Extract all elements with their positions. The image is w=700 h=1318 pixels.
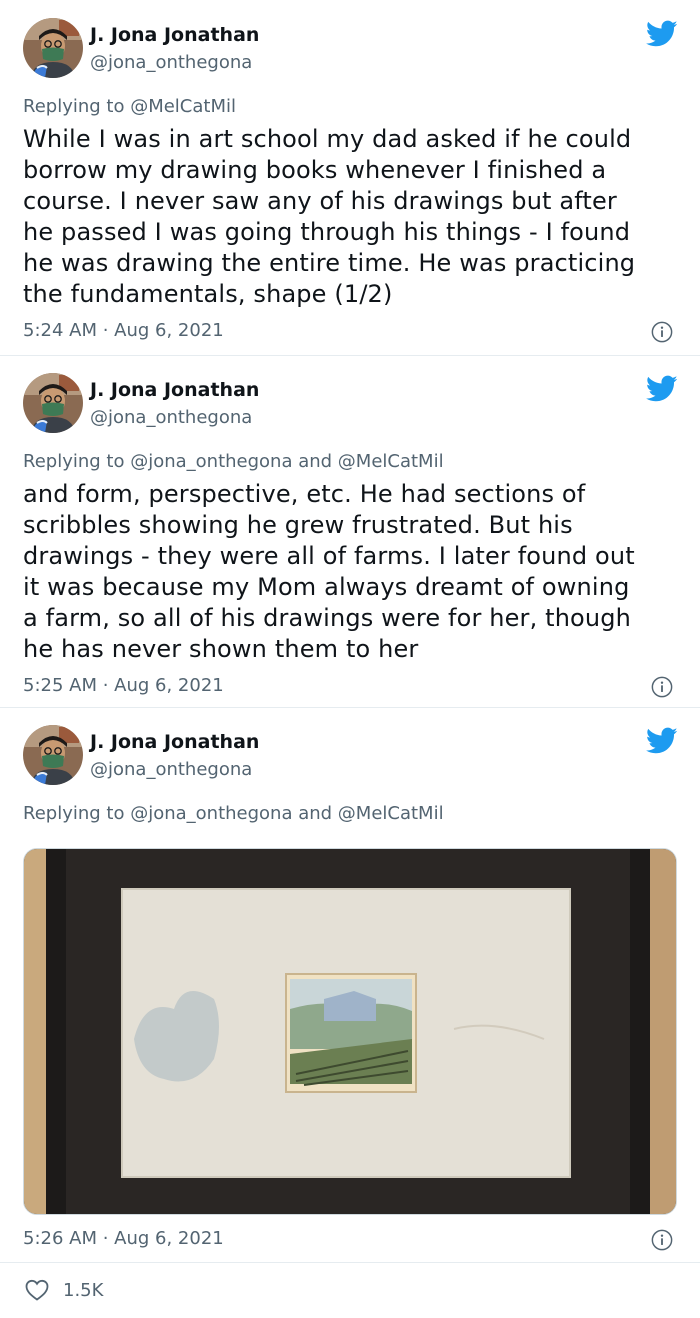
timestamp[interactable]: 5:24 AM · Aug 6, 2021	[23, 320, 224, 341]
author-handle[interactable]: @jona_onthegona	[90, 407, 252, 428]
tweet-text: While I was in art school my dad asked i…	[23, 124, 683, 310]
replying-to: Replying to @jona_onthegona and @MelCatM…	[23, 803, 444, 824]
twitter-bird-icon[interactable]	[646, 375, 678, 403]
twitter-bird-icon[interactable]	[646, 727, 678, 755]
like-count: 1.5K	[63, 1279, 104, 1301]
tweet-text-line: While I was in art school my dad asked i…	[23, 125, 632, 153]
framed-drawing-photo	[24, 849, 676, 1214]
tweet-text-line: the fundamentals, shape (1/2)	[23, 280, 393, 308]
tweet-text-line: drawings - they were all of farms. I lat…	[23, 542, 635, 570]
info-icon[interactable]	[651, 676, 673, 698]
twitter-bird-icon[interactable]	[646, 20, 678, 48]
tweet-text-line: scribbles showing he grew frustrated. Bu…	[23, 511, 573, 539]
timestamp[interactable]: 5:25 AM · Aug 6, 2021	[23, 675, 224, 696]
tweet-text-line: he was drawing the entire time. He was p…	[23, 249, 636, 277]
author-name[interactable]: J. Jona Jonathan	[90, 24, 259, 46]
tweet-text-line: he has never shown them to her	[23, 635, 419, 663]
author-handle[interactable]: @jona_onthegona	[90, 759, 252, 780]
avatar[interactable]	[23, 18, 83, 78]
avatar[interactable]	[23, 373, 83, 433]
replying-to: Replying to @MelCatMil	[23, 96, 236, 117]
info-icon[interactable]	[651, 321, 673, 343]
tweet-text-line: a farm, so all of his drawings were for …	[23, 604, 631, 632]
tweet-text-line: course. I never saw any of his drawings …	[23, 187, 617, 215]
like-button[interactable]: 1.5K	[25, 1278, 103, 1302]
tweet-text-line: it was because my Mom always dreamt of o…	[23, 573, 630, 601]
avatar[interactable]	[23, 725, 83, 785]
heart-icon[interactable]	[25, 1279, 49, 1301]
author-name[interactable]: J. Jona Jonathan	[90, 379, 259, 401]
tweet[interactable]: J. Jona Jonathan @jona_onthegona Replyin…	[0, 355, 700, 707]
replying-to: Replying to @jona_onthegona and @MelCatM…	[23, 451, 444, 472]
divider	[0, 1262, 700, 1263]
tweet-photo[interactable]	[23, 848, 677, 1215]
timestamp[interactable]: 5:26 AM · Aug 6, 2021	[23, 1228, 224, 1249]
author-handle[interactable]: @jona_onthegona	[90, 52, 252, 73]
tweet[interactable]: J. Jona Jonathan @jona_onthegona Replyin…	[0, 707, 700, 1318]
tweet[interactable]: J. Jona Jonathan @jona_onthegona Replyin…	[0, 0, 700, 355]
info-icon[interactable]	[651, 1229, 673, 1251]
tweet-text-line: and form, perspective, etc. He had secti…	[23, 480, 586, 508]
tweet-text-line: he passed I was going through his things…	[23, 218, 631, 246]
tweet-text-line: borrow my drawing books whenever I finis…	[23, 156, 607, 184]
tweet-text: and form, perspective, etc. He had secti…	[23, 479, 683, 665]
author-name[interactable]: J. Jona Jonathan	[90, 731, 259, 753]
